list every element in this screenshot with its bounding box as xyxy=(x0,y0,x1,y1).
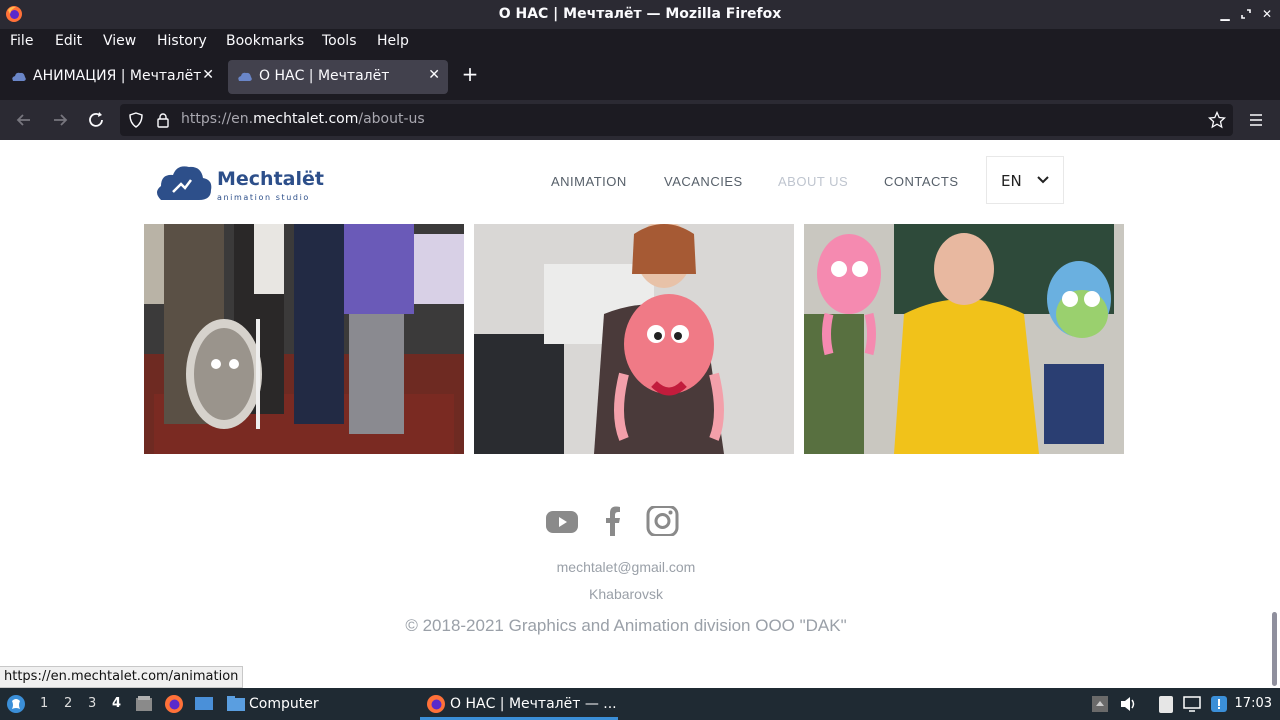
language-select[interactable]: EN xyxy=(986,156,1064,204)
youtube-icon[interactable] xyxy=(545,506,579,536)
file-manager-icon[interactable] xyxy=(134,694,154,714)
url-host: mechtalet.com xyxy=(253,111,359,127)
plush-photo-yellow-hoodie xyxy=(804,224,1124,454)
workspace-4[interactable]: 4 xyxy=(112,696,121,711)
taskbar-computer[interactable]: Computer xyxy=(249,696,319,712)
plush-photo-pink xyxy=(474,224,794,454)
footer-copyright: © 2018-2021 Graphics and Animation divis… xyxy=(405,616,847,635)
plush-photo-yellow-hoodie-image xyxy=(804,224,1124,454)
tab-about[interactable]: О НАС | Мечталёт ✕ xyxy=(228,60,448,94)
logo-name: Mechtalёt xyxy=(217,168,324,190)
team-photo-image xyxy=(144,224,464,454)
shield-icon[interactable] xyxy=(128,112,144,128)
hamburger-menu-icon[interactable] xyxy=(1244,108,1268,132)
back-icon[interactable] xyxy=(12,108,36,132)
forward-icon[interactable] xyxy=(48,108,72,132)
scrollbar-thumb[interactable] xyxy=(1272,612,1277,686)
mechtalet-favicon-icon xyxy=(12,72,26,81)
menu-view[interactable]: View xyxy=(103,33,136,49)
tab-strip: АНИМАЦИЯ | Мечталёт ✕ О НАС | Мечталёт ✕ xyxy=(0,54,1280,100)
chevron-down-icon xyxy=(1037,176,1049,184)
language-value: EN xyxy=(1001,172,1022,190)
url-text[interactable]: https://en.mechtalet.com/about-us xyxy=(181,111,425,127)
window-titlebar: О НАС | Мечталёт — Mozilla Firefox ▁ ✕ xyxy=(0,0,1280,29)
nav-vacancies[interactable]: VACANCIES xyxy=(664,174,743,189)
workspace-2[interactable]: 2 xyxy=(64,696,72,711)
url-prefix: https://en. xyxy=(181,111,254,127)
link-status-tooltip: https://en.mechtalet.com/animation xyxy=(0,666,244,688)
close-tab-icon[interactable]: ✕ xyxy=(428,67,440,83)
desktop-taskbar: 1 2 3 4 Computer О НАС | Мечталёт — ... … xyxy=(0,688,1280,720)
team-photo xyxy=(144,224,464,454)
workspace-3[interactable]: 3 xyxy=(88,696,96,711)
nav-about-us[interactable]: ABOUT US xyxy=(778,174,848,189)
tab-label: О НАС | Мечталёт xyxy=(259,68,390,84)
cloud-logo-icon xyxy=(157,166,212,200)
nav-contacts[interactable]: CONTACTS xyxy=(884,174,959,189)
menu-edit[interactable]: Edit xyxy=(55,33,82,49)
navigation-toolbar: https://en.mechtalet.com/about-us xyxy=(0,100,1280,140)
new-tab-button[interactable]: + xyxy=(458,62,482,86)
tray-arrow-icon[interactable] xyxy=(1091,694,1109,714)
clipboard-icon[interactable] xyxy=(1156,694,1176,714)
menu-file[interactable]: File xyxy=(10,33,33,49)
star-icon[interactable] xyxy=(1208,111,1226,129)
start-menu-icon[interactable] xyxy=(6,694,26,714)
maximize-icon[interactable] xyxy=(1237,5,1255,23)
minimize-icon[interactable]: ▁ xyxy=(1216,5,1234,23)
menu-history[interactable]: History xyxy=(157,33,207,49)
menu-bookmarks[interactable]: Bookmarks xyxy=(226,33,304,49)
computer-folder-icon xyxy=(227,696,245,711)
workspace-1[interactable]: 1 xyxy=(40,696,48,711)
url-bar[interactable]: https://en.mechtalet.com/about-us xyxy=(120,104,1233,136)
close-tab-icon[interactable]: ✕ xyxy=(202,67,214,83)
desktop-icon[interactable] xyxy=(194,694,214,714)
footer-city: Khabarovsk xyxy=(589,586,663,602)
web-page: Mechtalёt animation studio ANIMATION VAC… xyxy=(0,140,1268,688)
taskbar-firefox-window[interactable]: О НАС | Мечталёт — ... xyxy=(450,696,617,712)
menu-tools[interactable]: Tools xyxy=(322,33,357,49)
plush-photo-pink-image xyxy=(474,224,794,454)
url-path: /about-us xyxy=(358,111,425,127)
volume-icon[interactable] xyxy=(1119,694,1139,714)
lock-icon[interactable] xyxy=(156,112,170,128)
menu-bar: File Edit View History Bookmarks Tools H… xyxy=(0,29,1280,54)
menu-help[interactable]: Help xyxy=(377,33,409,49)
tab-label: АНИМАЦИЯ | Мечталёт xyxy=(33,68,202,84)
footer-email[interactable]: mechtalet@gmail.com xyxy=(0,559,1252,575)
window-title: О НАС | Мечталёт — Mozilla Firefox xyxy=(498,6,782,22)
tab-animation[interactable]: АНИМАЦИЯ | Мечталёт ✕ xyxy=(2,60,222,94)
facebook-icon[interactable] xyxy=(596,506,630,536)
firefox-icon[interactable] xyxy=(164,694,184,714)
instagram-icon[interactable] xyxy=(645,506,679,536)
firefox-icon xyxy=(427,695,445,713)
page-scrollbar[interactable] xyxy=(1268,140,1280,688)
nav-animation[interactable]: ANIMATION xyxy=(551,174,627,189)
close-icon[interactable]: ✕ xyxy=(1258,5,1276,23)
network-icon[interactable] xyxy=(1182,694,1202,714)
site-logo[interactable]: Mechtalёt animation studio xyxy=(155,162,325,206)
mechtalet-favicon-icon xyxy=(238,72,252,81)
reload-icon[interactable] xyxy=(84,108,108,132)
logo-subtitle: animation studio xyxy=(217,193,310,202)
taskbar-clock: 17:03 xyxy=(1234,696,1272,711)
update-notification-icon[interactable] xyxy=(1209,694,1229,714)
